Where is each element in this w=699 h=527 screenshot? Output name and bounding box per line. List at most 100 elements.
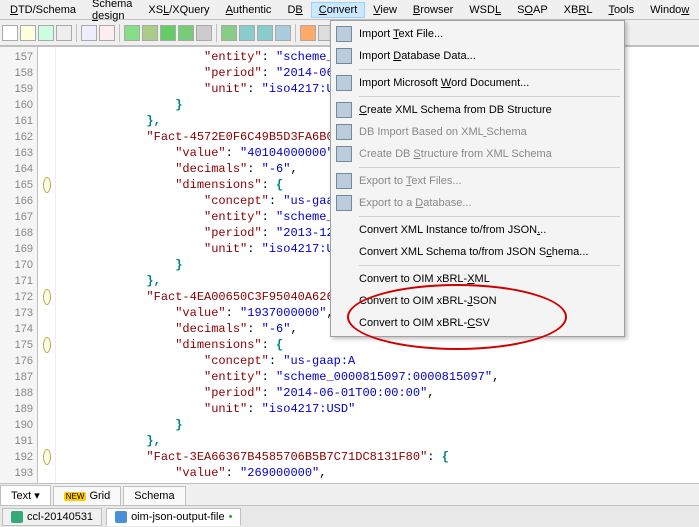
line-number: 188 xyxy=(0,385,37,401)
run-icon[interactable] xyxy=(300,25,316,41)
fold-marker[interactable] xyxy=(38,81,55,97)
abc-icon[interactable] xyxy=(196,25,212,41)
view-tab-schema[interactable]: Schema xyxy=(123,486,185,505)
menu-item-create-xml-schema-from-db-structure[interactable]: Create XML Schema from DB Structure xyxy=(333,99,622,121)
menu-view[interactable]: View xyxy=(365,2,405,18)
menu-item-label: DB Import Based on XML Schema xyxy=(359,126,527,138)
menu-item-convert-to-oim-xbrl-xml[interactable]: Convert to OIM xBRL-XML xyxy=(333,268,622,290)
fold-marker[interactable] xyxy=(38,305,55,321)
line-number: 193 xyxy=(0,465,37,481)
line-number: 187 xyxy=(0,369,37,385)
open-icon[interactable] xyxy=(20,25,36,41)
menubar: DTD/SchemaSchema designXSL/XQueryAuthent… xyxy=(0,0,699,20)
view-tab-text[interactable]: Text ▾ xyxy=(0,485,51,505)
fold-marker[interactable] xyxy=(38,257,55,273)
menu-schemadesign[interactable]: Schema design xyxy=(84,0,140,24)
xsd-icon[interactable] xyxy=(239,25,255,41)
menu-item-convert-xml-instance-to-from-json[interactable]: Convert XML Instance to/from JSON... xyxy=(333,219,622,241)
menu-item-export-to-a-database: Export to a Database... xyxy=(333,192,622,214)
menu-xbrl[interactable]: XBRL xyxy=(556,2,601,18)
line-number: 164 xyxy=(0,161,37,177)
line-number: 172 xyxy=(0,289,37,305)
menu-convert[interactable]: Convert xyxy=(311,2,366,18)
line-number: 174 xyxy=(0,321,37,337)
xq-icon[interactable] xyxy=(142,25,158,41)
fold-marker[interactable] xyxy=(38,113,55,129)
menu-browser[interactable]: Browser xyxy=(405,2,461,18)
fold-marker[interactable] xyxy=(38,145,55,161)
menu-soap[interactable]: SOAP xyxy=(509,2,556,18)
fold-marker[interactable] xyxy=(38,209,55,225)
find-icon[interactable] xyxy=(81,25,97,41)
menu-separator xyxy=(359,69,620,70)
fold-marker[interactable] xyxy=(38,321,55,337)
menu-item-import-database-data[interactable]: Import Database Data... xyxy=(333,45,622,67)
fold-marker[interactable] xyxy=(38,385,55,401)
menu-separator xyxy=(359,265,620,266)
file-icon xyxy=(11,511,23,523)
line-number: 170 xyxy=(0,257,37,273)
menu-item-label: Export to a Database... xyxy=(359,197,472,209)
xsl2-icon[interactable] xyxy=(221,25,237,41)
xml-icon[interactable] xyxy=(275,25,291,41)
menu-wsdl[interactable]: WSDL xyxy=(461,2,509,18)
replace-icon[interactable] xyxy=(99,25,115,41)
menu-dtdschema[interactable]: DTD/Schema xyxy=(2,2,84,18)
menu-item-import-text-file[interactable]: Import Text File... xyxy=(333,23,622,45)
line-number: 190 xyxy=(0,417,37,433)
fold-marker[interactable] xyxy=(38,449,55,465)
menu-xslxquery[interactable]: XSL/XQuery xyxy=(140,2,217,18)
xsd2-icon[interactable] xyxy=(257,25,273,41)
fold-marker[interactable] xyxy=(38,465,55,481)
file-tab-oim-json-output-file[interactable]: oim-json-output-file • xyxy=(106,508,241,526)
new-icon[interactable] xyxy=(2,25,18,41)
txt-icon xyxy=(336,26,352,42)
menu-item-convert-to-oim-xbrl-json[interactable]: Convert to OIM xBRL-JSON xyxy=(333,290,622,312)
check-icon[interactable] xyxy=(178,25,194,41)
fold-marker[interactable] xyxy=(38,289,55,305)
fold-marker[interactable] xyxy=(38,129,55,145)
fold-marker[interactable] xyxy=(38,225,55,241)
tab-label: Schema xyxy=(134,490,174,502)
expdb-icon xyxy=(336,195,352,211)
fold-marker[interactable] xyxy=(38,65,55,81)
tab-label: Text xyxy=(11,490,31,502)
menu-tools[interactable]: Tools xyxy=(600,2,642,18)
file-tab-ccl-20140531[interactable]: ccl-20140531 xyxy=(2,508,102,526)
fold-marker[interactable] xyxy=(38,193,55,209)
menu-window[interactable]: Window xyxy=(642,2,697,18)
fold-marker[interactable] xyxy=(38,161,55,177)
fold-marker[interactable] xyxy=(38,177,55,193)
xsl-icon[interactable] xyxy=(124,25,140,41)
save-icon[interactable] xyxy=(38,25,54,41)
fold-marker[interactable] xyxy=(38,241,55,257)
fold-marker[interactable] xyxy=(38,433,55,449)
fold-marker[interactable] xyxy=(38,337,55,353)
menu-authentic[interactable]: Authentic xyxy=(218,2,280,18)
fold-marker[interactable] xyxy=(38,417,55,433)
file-tab-label: ccl-20140531 xyxy=(27,511,93,523)
fold-marker[interactable] xyxy=(38,353,55,369)
fold-marker[interactable] xyxy=(38,401,55,417)
line-number: 159 xyxy=(0,81,37,97)
menu-item-convert-to-oim-xbrl-csv[interactable]: Convert to OIM xBRL-CSV xyxy=(333,312,622,334)
line-number: 157 xyxy=(0,49,37,65)
line-number: 173 xyxy=(0,305,37,321)
view-tab-grid[interactable]: NEWGrid xyxy=(53,486,121,505)
exp-icon xyxy=(336,173,352,189)
line-number: 192 xyxy=(0,449,37,465)
fold-marker[interactable] xyxy=(38,97,55,113)
fold-column xyxy=(38,47,56,486)
fold-marker[interactable] xyxy=(38,49,55,65)
dbi-icon xyxy=(336,124,352,140)
validate-icon[interactable] xyxy=(160,25,176,41)
menu-item-label: Export to Text Files... xyxy=(359,175,462,187)
menu-separator xyxy=(359,216,620,217)
fold-marker[interactable] xyxy=(38,273,55,289)
menu-item-import-microsoft-word-document[interactable]: Import Microsoft Word Document... xyxy=(333,72,622,94)
print-icon[interactable] xyxy=(56,25,72,41)
menu-db[interactable]: DB xyxy=(279,2,310,18)
line-number: 163 xyxy=(0,145,37,161)
menu-item-convert-xml-schema-to-from-json-schema[interactable]: Convert XML Schema to/from JSON Schema..… xyxy=(333,241,622,263)
fold-marker[interactable] xyxy=(38,369,55,385)
